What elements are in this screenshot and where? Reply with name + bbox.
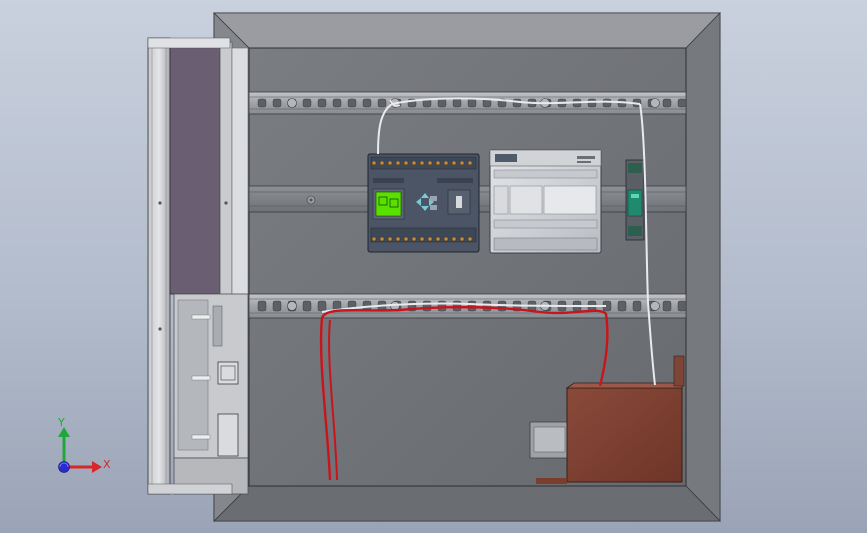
rail-screw bbox=[287, 301, 297, 311]
rail-slot bbox=[602, 98, 612, 108]
rail-slot bbox=[377, 98, 387, 108]
terminal-screw bbox=[459, 160, 465, 166]
rail-slot bbox=[257, 300, 267, 312]
rail-slot bbox=[512, 98, 522, 108]
din-power-supply[interactable] bbox=[625, 159, 645, 241]
rail-slot bbox=[437, 98, 447, 108]
ok-key-icon[interactable] bbox=[430, 205, 437, 210]
rail-slot bbox=[347, 98, 357, 108]
rail-slot bbox=[467, 98, 477, 108]
triad-y-label: Y bbox=[58, 416, 65, 429]
terminal-screw bbox=[411, 236, 417, 242]
terminal-screw bbox=[419, 236, 425, 242]
rail-slot bbox=[302, 300, 312, 312]
terminal-screw bbox=[403, 160, 409, 166]
enclosure-model-svg[interactable] bbox=[0, 0, 867, 533]
terminal-screw bbox=[379, 236, 385, 242]
terminal-screw bbox=[443, 160, 449, 166]
rail-slot bbox=[302, 98, 312, 108]
rail-slot bbox=[272, 300, 282, 312]
enclosure-door[interactable] bbox=[147, 37, 249, 495]
terminal-screw bbox=[411, 160, 417, 166]
terminal-screw bbox=[451, 236, 457, 242]
rail-slot bbox=[677, 300, 687, 312]
logic-module[interactable] bbox=[367, 153, 480, 253]
rail-slot bbox=[677, 98, 687, 108]
triad-x-label: X bbox=[103, 458, 111, 471]
rail-slot bbox=[317, 98, 327, 108]
plc-cpu[interactable] bbox=[489, 149, 602, 254]
terminal-screw bbox=[371, 160, 377, 166]
terminal-screw bbox=[427, 160, 433, 166]
rail-slot bbox=[332, 98, 342, 108]
terminal-screw bbox=[419, 160, 425, 166]
rail-slot bbox=[272, 98, 282, 108]
terminal-screw bbox=[395, 160, 401, 166]
terminal-screw bbox=[427, 236, 433, 242]
terminal-screw bbox=[451, 160, 457, 166]
rail-slot bbox=[482, 300, 492, 312]
rail-screw bbox=[287, 98, 297, 108]
din-rail-bottom[interactable] bbox=[248, 293, 687, 319]
lcd-display bbox=[375, 191, 402, 217]
terminal-screw bbox=[387, 160, 393, 166]
terminal-screw bbox=[467, 160, 473, 166]
terminal-screw bbox=[387, 236, 393, 242]
rail-slot bbox=[257, 98, 267, 108]
rail-slot bbox=[317, 300, 327, 312]
terminal-screw bbox=[403, 236, 409, 242]
rail-slot bbox=[662, 98, 672, 108]
terminal-screw bbox=[459, 236, 465, 242]
esc-key-icon[interactable] bbox=[430, 196, 437, 201]
rail-screw bbox=[650, 98, 660, 108]
rail-slot bbox=[422, 300, 432, 312]
rail-slot bbox=[362, 98, 372, 108]
rail-slot bbox=[452, 300, 462, 312]
rail-slot bbox=[452, 98, 462, 108]
terminal-screw bbox=[443, 236, 449, 242]
terminal-screw bbox=[371, 236, 377, 242]
terminal-screw bbox=[395, 236, 401, 242]
terminal-screw bbox=[467, 236, 473, 242]
terminal-screw bbox=[435, 160, 441, 166]
rail-screw bbox=[650, 301, 660, 311]
rail-slot bbox=[617, 300, 627, 312]
terminal-screw bbox=[379, 160, 385, 166]
rail-slot bbox=[467, 300, 477, 312]
cad-viewport[interactable]: Y X bbox=[0, 0, 867, 533]
coordinate-triad bbox=[58, 427, 102, 473]
rail-slot bbox=[632, 300, 642, 312]
rail-slot bbox=[662, 300, 672, 312]
door-inner-panel bbox=[169, 41, 221, 295]
terminal-screw bbox=[435, 236, 441, 242]
